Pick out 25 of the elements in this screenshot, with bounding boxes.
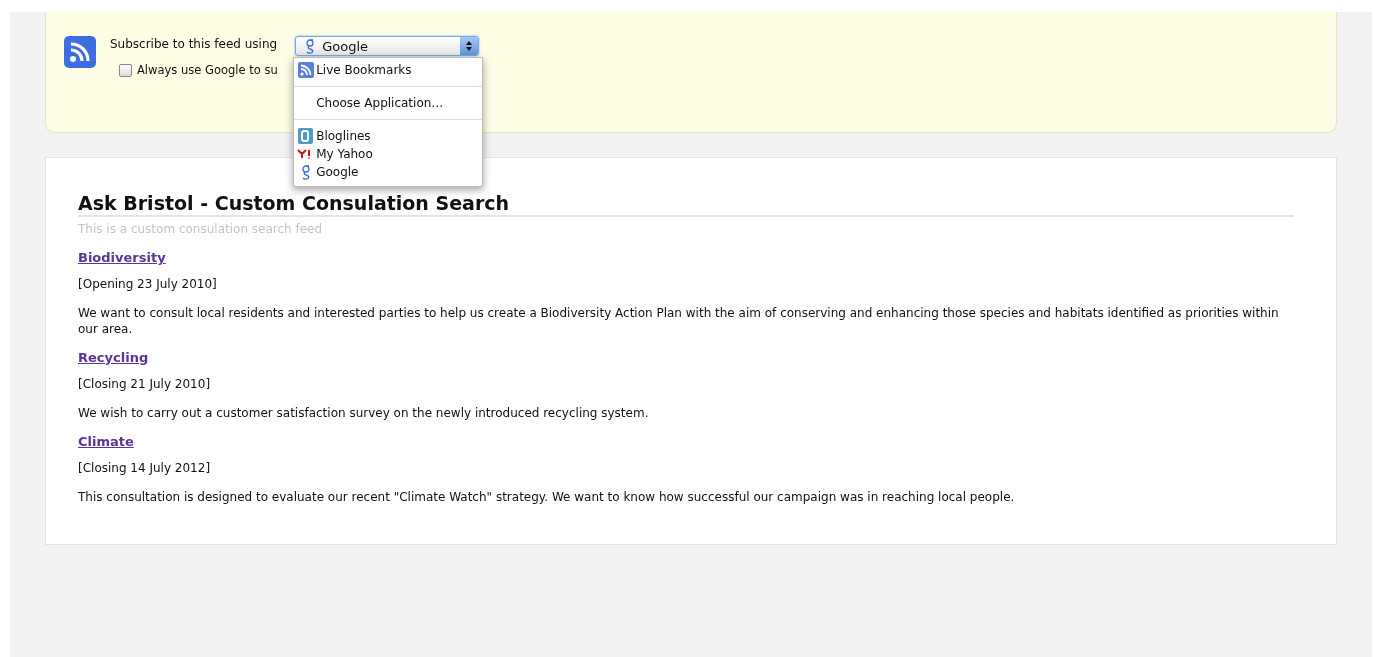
entry-summary: This consultation is designed to evaluate our recent "Climate Watch" strategy. We want to know how successful our campaign was in reaching local people. (78, 489, 1016, 505)
subscribe-label: Subscribe to this feed using (110, 36, 278, 51)
entry-summary: We wish to carry out a customer satisfaction survey on the newly introduced recycling system. (78, 405, 650, 421)
menu-item[interactable]: My Yahoo (294, 145, 483, 163)
loop-icon (304, 38, 315, 54)
entry-date: [Closing 14 July 2012] (78, 461, 212, 475)
entry-summary: We want to consult local residents and interested parties to help us create a Biodiversity Action Plan with the aim of conserving and enhancing those species and habitats identified as priorities within our area. (78, 305, 1280, 337)
feed-title: Ask Bristol - Custom Consulation Search (78, 192, 1294, 217)
feed-icon (297, 62, 314, 78)
entry-date: [Closing 21 July 2010] (78, 377, 212, 391)
checkbox-label: Always use Google to su (137, 63, 278, 77)
feed-subtitle: This is a custom consulation search feed (78, 222, 324, 236)
menu-item[interactable]: Choose Application… (294, 94, 483, 112)
entry-link[interactable]: Recycling (78, 350, 149, 365)
entry-date: [Opening 23 July 2010] (78, 277, 218, 291)
loop-icon (300, 164, 311, 180)
menu-item[interactable]: Google (294, 163, 483, 181)
entry-link[interactable]: Climate (78, 434, 134, 449)
menu-item[interactable]: Bloglines (294, 127, 483, 145)
entry-link[interactable]: Biodiversity (78, 250, 166, 265)
feed-icon (64, 36, 96, 68)
square-icon (298, 128, 314, 144)
checkbox[interactable] (119, 63, 132, 77)
menu-item[interactable]: Live Bookmarks (294, 61, 483, 79)
stepper-arrows-icon (460, 37, 479, 55)
